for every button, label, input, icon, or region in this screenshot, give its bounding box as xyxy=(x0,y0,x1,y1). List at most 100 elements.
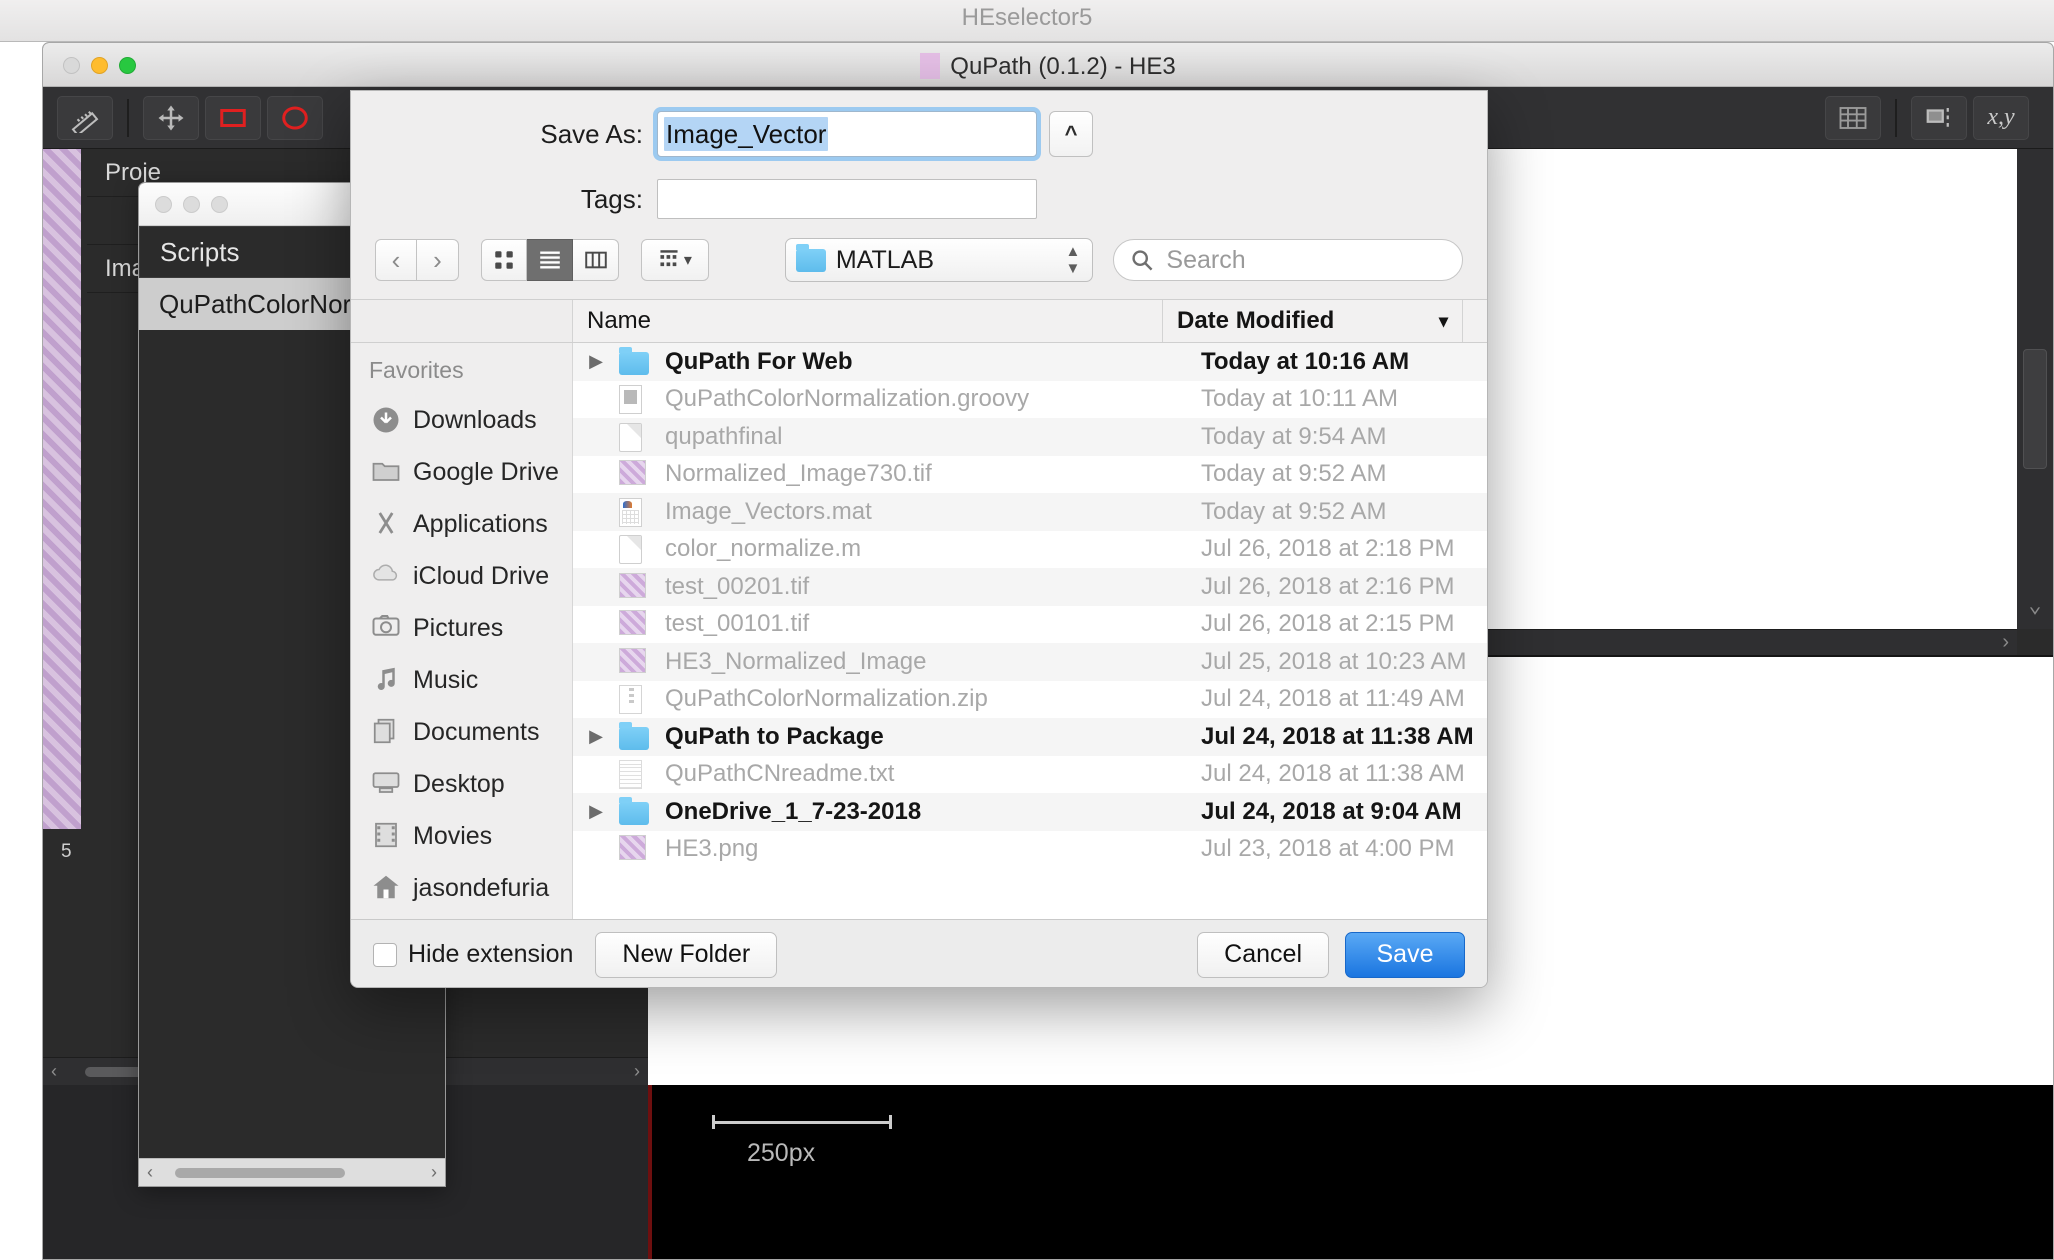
ellipse-icon[interactable] xyxy=(267,95,323,140)
image-file-icon xyxy=(619,647,653,676)
sidebar-item-label: Applications xyxy=(413,509,548,538)
image-viewer[interactable]: 250px xyxy=(648,1085,2053,1259)
expand-chevron-icon[interactable]: ^ xyxy=(1049,111,1093,157)
file-name: QuPathColorNormalization.groovy xyxy=(665,385,1030,413)
table-row[interactable]: test_00101.tif Jul 26, 2018 at 2:15 PM xyxy=(573,606,1487,644)
tags-label: Tags: xyxy=(580,183,643,214)
list-view-button[interactable] xyxy=(527,239,573,281)
table-row[interactable]: test_00201.tif Jul 26, 2018 at 2:16 PM xyxy=(573,568,1487,606)
scroll-right-arrow[interactable]: › xyxy=(634,1061,640,1082)
scripts-scrollbar[interactable]: ‹ › xyxy=(139,1158,445,1186)
column-headers: Name Date Modified ▾ xyxy=(351,299,1487,343)
table-row[interactable]: Normalized_Image730.tif Today at 9:52 AM xyxy=(573,456,1487,494)
sidebar-item-pictures[interactable]: Pictures xyxy=(351,602,572,654)
sidebar-item-google-drive[interactable]: Google Drive xyxy=(351,446,572,498)
column-view-button[interactable] xyxy=(573,239,619,281)
sidebar-item-music[interactable]: Music xyxy=(351,654,572,706)
grid-icon[interactable] xyxy=(1825,95,1881,140)
zoom-button[interactable] xyxy=(211,195,228,213)
search-box[interactable]: Search xyxy=(1113,239,1463,281)
image-file-icon xyxy=(619,572,653,601)
scroll-left-arrow[interactable]: ‹ xyxy=(51,1061,57,1082)
navigation-buttons[interactable]: ‹ › xyxy=(375,239,459,281)
group-by-button[interactable]: ▾ xyxy=(641,239,709,281)
table-row[interactable]: QuPathColorNormalization.groovy Today at … xyxy=(573,381,1487,419)
sidebar-item-home[interactable]: jasondefuria xyxy=(351,862,572,914)
table-row[interactable]: ▶ OneDrive_1_7-23-2018 Jul 24, 2018 at 9:0… xyxy=(573,793,1487,831)
music-note-icon xyxy=(371,665,401,695)
table-row[interactable]: QuPathCNreadme.txt Jul 24, 2018 at 11:38 … xyxy=(573,756,1487,794)
icon-view-button[interactable] xyxy=(481,239,527,281)
folder-icon xyxy=(619,346,653,376)
camera-icon xyxy=(371,613,401,643)
new-folder-button[interactable]: New Folder xyxy=(595,931,778,978)
file-date-modified: Jul 24, 2018 at 9:04 AM xyxy=(1201,797,1462,825)
save-as-value: Image_Vector xyxy=(666,118,827,149)
table-row[interactable]: QuPathColorNormalization.zip Jul 24, 2018… xyxy=(573,681,1487,719)
tags-input[interactable] xyxy=(657,179,1037,219)
table-row[interactable]: HE3_Normalized_Image Jul 25, 2018 at 10:2… xyxy=(573,643,1487,681)
save-as-field-wrap[interactable]: Image_Vector xyxy=(657,111,1037,157)
table-row[interactable]: HE3.png Jul 23, 2018 at 4:00 PM xyxy=(573,831,1487,869)
file-name: HE3_Normalized_Image xyxy=(665,647,927,675)
sidebar-item-label: Desktop xyxy=(413,769,505,798)
sidebar-item-label: Music xyxy=(413,665,479,694)
scroll-right-arrow[interactable]: › xyxy=(2002,631,2009,654)
table-row[interactable]: Image_Vectors.mat Today at 9:52 AM xyxy=(573,493,1487,531)
column-header-date-modified[interactable]: Date Modified ▾ xyxy=(1163,300,1463,342)
disclosure-triangle-icon[interactable]: ▶ xyxy=(573,351,619,372)
scroll-right-arrow[interactable]: › xyxy=(431,1162,437,1183)
file-date-modified: Jul 24, 2018 at 11:38 AM xyxy=(1201,722,1474,750)
table-row[interactable]: qupathfinal Today at 9:54 AM xyxy=(573,418,1487,456)
sidebar-item-label: Downloads xyxy=(413,405,537,434)
scroll-thumb[interactable] xyxy=(175,1168,345,1178)
hide-extension-checkbox[interactable] xyxy=(373,942,397,967)
cancel-button[interactable]: Cancel xyxy=(1197,931,1329,978)
sidebar-item-icloud-drive[interactable]: iCloud Drive xyxy=(351,550,572,602)
sidebar-item-downloads[interactable]: Downloads xyxy=(351,394,572,446)
sidebar-item-movies[interactable]: Movies xyxy=(351,810,572,862)
sidebar-item-applications[interactable]: Applications xyxy=(351,498,572,550)
rectangle-icon[interactable] xyxy=(205,95,261,140)
file-date-modified: Jul 24, 2018 at 11:38 AM xyxy=(1201,760,1465,788)
heselector-titlebar: HEselector5 xyxy=(0,0,2054,42)
table-row[interactable]: color_normalize.m Jul 26, 2018 at 2:18 PM xyxy=(573,531,1487,569)
move-icon[interactable] xyxy=(143,95,199,140)
save-button[interactable]: Save xyxy=(1345,931,1465,978)
sidebar-item-label: Pictures xyxy=(413,613,504,642)
selection-icon[interactable] xyxy=(1911,95,1967,140)
table-row[interactable]: ▶ QuPath For Web Today at 10:16 AM xyxy=(573,343,1487,381)
hide-extension-label: Hide extension xyxy=(408,940,574,968)
minimize-button[interactable] xyxy=(183,195,200,213)
folder-icon xyxy=(619,796,653,826)
forward-button[interactable]: › xyxy=(417,239,459,281)
table-row[interactable]: ▶ QuPath to Package Jul 24, 2018 at 11:38 … xyxy=(573,718,1487,756)
scale-bar-label: 250px xyxy=(747,1139,816,1167)
groovy-file-icon xyxy=(619,385,653,415)
scroll-left-arrow[interactable]: ‹ xyxy=(147,1162,153,1183)
disclosure-triangle-icon[interactable]: ▶ xyxy=(573,726,619,747)
close-button[interactable] xyxy=(155,195,172,213)
sidebar-item-documents[interactable]: Documents xyxy=(351,706,572,758)
editor-vertical-scrollbar[interactable]: ⌄ xyxy=(2017,149,2053,629)
view-mode-buttons[interactable] xyxy=(481,239,619,281)
file-name: test_00201.tif xyxy=(665,572,810,600)
file-name: OneDrive_1_7-23-2018 xyxy=(665,797,922,825)
qupath-titlebar[interactable]: QuPath (0.1.2) - HE3 xyxy=(43,43,2053,87)
editor-scroll-thumb[interactable] xyxy=(2023,349,2047,469)
file-name: qupathfinal xyxy=(665,422,783,450)
file-date-modified: Jul 23, 2018 at 4:00 PM xyxy=(1201,835,1455,863)
file-name: QuPathCNreadme.txt xyxy=(665,760,895,788)
chevron-down-icon[interactable]: ⌄ xyxy=(2017,593,2053,619)
column-header-name[interactable]: Name xyxy=(573,300,1163,342)
ruler-icon[interactable] xyxy=(57,95,113,140)
sidebar-item-desktop[interactable]: Desktop xyxy=(351,758,572,810)
zip-file-icon xyxy=(619,685,653,715)
back-button[interactable]: ‹ xyxy=(375,239,417,281)
file-list[interactable]: ▶ QuPath For Web Today at 10:16 AM QuPathCo… xyxy=(573,343,1487,919)
download-icon xyxy=(371,405,401,435)
save-dialog: Save As: Image_Vector ^ Tags: ‹ › ▾ MATL… xyxy=(350,90,1488,988)
disclosure-triangle-icon[interactable]: ▶ xyxy=(573,801,619,822)
location-popup-button[interactable]: MATLAB ▲ ▼ xyxy=(784,238,1094,282)
xy-coordinates-button[interactable]: x,y xyxy=(1973,95,2029,140)
